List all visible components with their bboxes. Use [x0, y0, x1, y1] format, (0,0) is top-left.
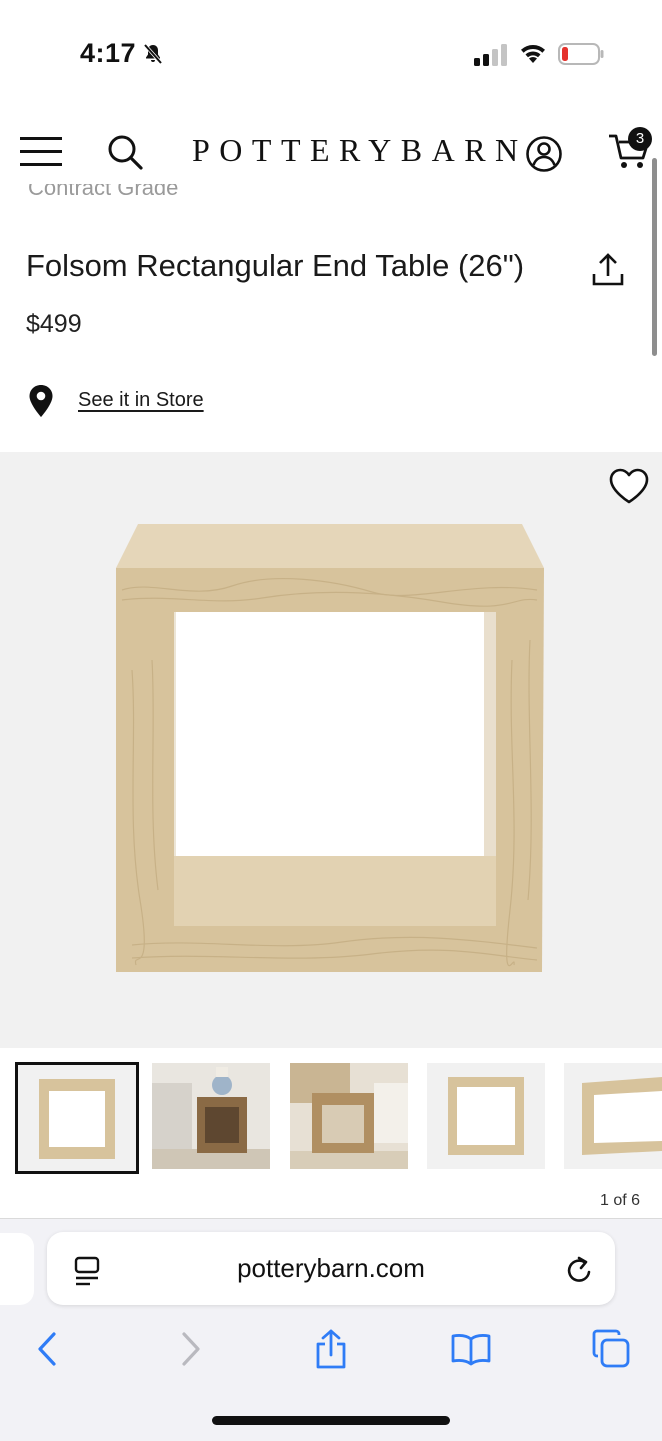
wifi-icon: [521, 45, 545, 63]
status-time: 4:17: [80, 38, 137, 68]
url-text[interactable]: potterybarn.com: [0, 1253, 662, 1284]
gallery-thumbnail[interactable]: [290, 1063, 408, 1169]
cart-count-badge: 3: [628, 127, 652, 151]
book-icon: [451, 1334, 491, 1366]
search-icon[interactable]: [105, 132, 145, 172]
cellular-signal-icon: [474, 44, 507, 66]
brand-logo[interactable]: POTTERYBARN: [192, 132, 528, 169]
hamburger-menu-icon[interactable]: [18, 134, 64, 170]
home-indicator[interactable]: [212, 1416, 450, 1425]
gallery-thumbnail[interactable]: [564, 1063, 662, 1169]
bell-muted-icon: [143, 43, 163, 65]
share-page-button[interactable]: [306, 1326, 356, 1372]
gallery-thumbnail-selected[interactable]: [15, 1062, 139, 1174]
heart-icon[interactable]: [607, 466, 651, 506]
forward-button[interactable]: [166, 1326, 216, 1372]
battery-low-icon: [558, 43, 604, 65]
share-icon: [316, 1329, 346, 1369]
see-in-store-link[interactable]: See it in Store: [78, 389, 204, 412]
scrollbar-thumb[interactable]: [652, 158, 657, 356]
product-title: Folsom Rectangular End Table (26"): [26, 248, 525, 283]
end-table-image: [116, 524, 544, 972]
gallery-thumbnail[interactable]: [427, 1063, 545, 1169]
reload-icon[interactable]: [564, 1254, 594, 1286]
location-pin-icon: [29, 385, 53, 417]
tabs-button[interactable]: [586, 1326, 636, 1372]
back-button[interactable]: [22, 1326, 72, 1372]
product-price: $499: [26, 310, 82, 338]
tabs-icon: [592, 1329, 630, 1368]
account-icon[interactable]: [524, 134, 564, 174]
chevron-right-icon: [182, 1332, 200, 1366]
share-icon[interactable]: [590, 252, 626, 290]
partially-hidden-text: Contract Grade: [28, 184, 179, 200]
bookmarks-button[interactable]: [446, 1326, 496, 1372]
gallery-thumbnail[interactable]: [152, 1063, 270, 1169]
chevron-left-icon: [38, 1332, 56, 1366]
gallery-counter: 1 of 6: [600, 1192, 641, 1209]
